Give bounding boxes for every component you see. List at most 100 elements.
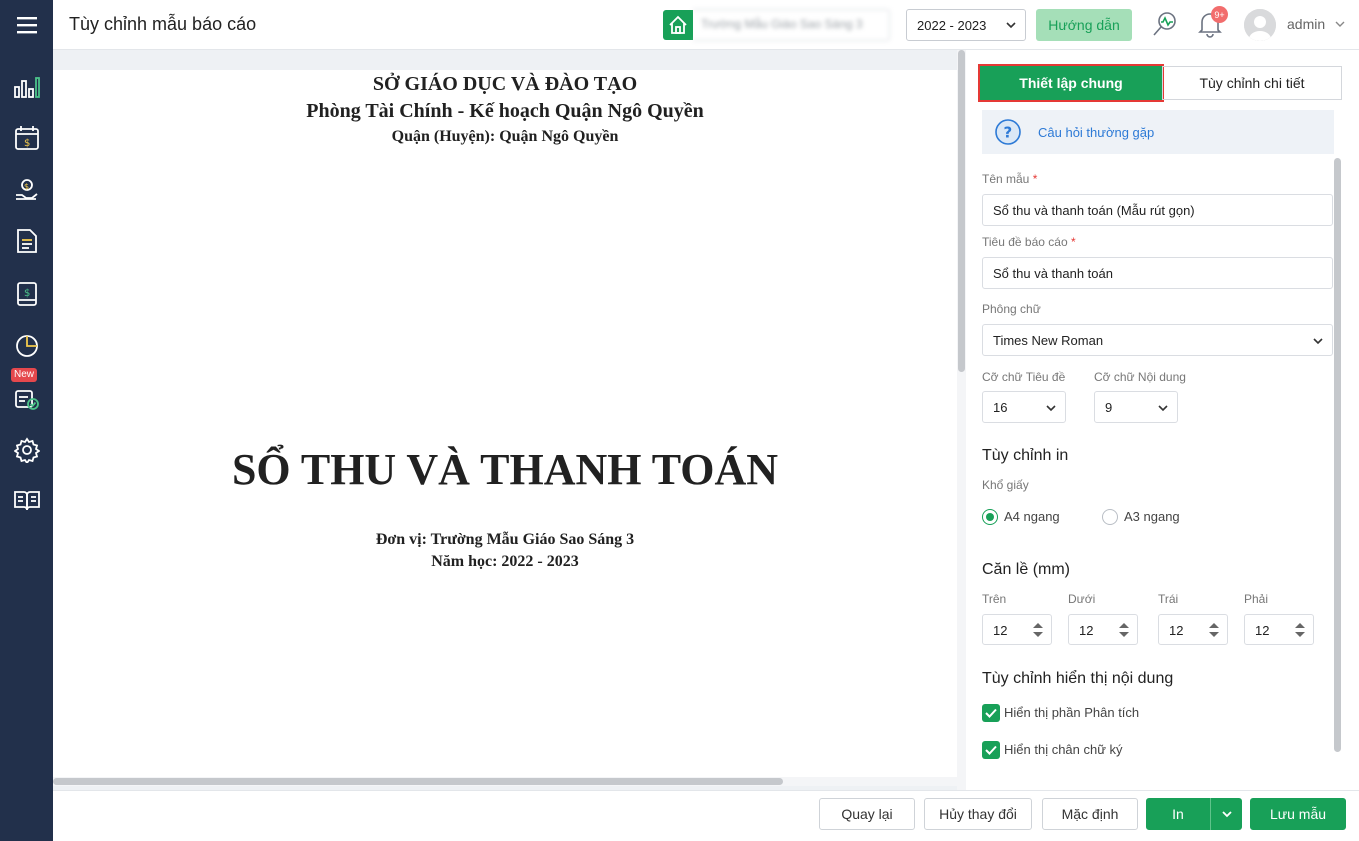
stepper-arrows-icon[interactable] (1208, 620, 1220, 640)
scrollbar-thumb[interactable] (53, 778, 783, 785)
show-signature-checkbox[interactable] (982, 741, 1000, 759)
svg-text:$: $ (24, 138, 30, 149)
guide-button[interactable]: Hướng dẫn (1036, 9, 1132, 41)
sidebar-item-report[interactable] (0, 326, 53, 366)
back-button[interactable]: Quay lại (819, 798, 915, 830)
margin-right-label: Phải (1244, 592, 1269, 606)
margin-left-stepper[interactable]: 12 (1158, 614, 1228, 645)
report-preview: SỞ GIÁO DỤC VÀ ĐÀO TẠO Phòng Tài Chính -… (53, 50, 966, 790)
preview-vertical-scrollbar[interactable] (957, 50, 966, 790)
show-analysis-checkbox[interactable] (982, 704, 1000, 722)
question-circle-icon: ? (995, 119, 1021, 145)
report-paper: SỞ GIÁO DỤC VÀ ĐÀO TẠO Phòng Tài Chính -… (53, 70, 957, 777)
new-badge: New (11, 368, 38, 382)
margin-top-stepper[interactable]: 12 (982, 614, 1052, 645)
faq-link[interactable]: ? Câu hỏi thường gặp (982, 110, 1334, 154)
chevron-down-icon[interactable] (1334, 18, 1346, 30)
content-size-label: Cỡ chữ Nội dung (1094, 370, 1186, 384)
stepper-arrows-icon[interactable] (1032, 620, 1044, 640)
template-name-input[interactable]: Sổ thu và thanh toán (Mẫu rút gọn) (982, 194, 1333, 226)
home-icon (669, 15, 687, 34)
user-name[interactable]: admin (1287, 16, 1325, 32)
chevron-down-icon (1158, 405, 1168, 412)
tab-detail-settings[interactable]: Tùy chỉnh chi tiết (1162, 66, 1342, 100)
font-select[interactable]: Times New Roman (982, 324, 1333, 356)
scrollbar-thumb[interactable] (958, 50, 965, 372)
title-size-label: Cỡ chữ Tiêu đề (982, 370, 1066, 384)
faq-label: Câu hỏi thường gặp (1038, 125, 1155, 140)
sidebar-item-document[interactable] (0, 221, 53, 261)
home-button[interactable] (663, 10, 693, 40)
margin-top-value: 12 (993, 623, 1008, 638)
print-section-title: Tùy chỉnh in (982, 447, 1069, 464)
finance-book-icon: $ (16, 282, 37, 306)
chevron-down-icon (1221, 811, 1232, 818)
chevron-down-icon (1313, 338, 1323, 345)
report-title: SỔ THU VÀ THANH TOÁN (231, 445, 779, 494)
stepper-arrows-icon[interactable] (1118, 620, 1130, 640)
template-name-label: Tên mẫu * (982, 172, 1038, 186)
required-mark: * (1032, 172, 1038, 186)
sidebar-item-collection[interactable]: $ (0, 170, 53, 210)
radio-a3-label: A3 ngang (1124, 509, 1180, 524)
paper-size-label: Khổ giấy (982, 478, 1029, 492)
sidebar-item-finance-book[interactable]: $ (0, 274, 53, 314)
sidebar-item-guide-book[interactable] (0, 480, 53, 520)
title-size-select[interactable]: 16 (982, 391, 1066, 423)
sidebar-item-new-feature[interactable]: New (0, 368, 53, 418)
margin-right-value: 12 (1255, 623, 1270, 638)
display-section-title: Tùy chỉnh hiển thị nội dung (982, 670, 1174, 687)
content-size-select[interactable]: 9 (1094, 391, 1178, 423)
radio-a4-label: A4 ngang (1004, 509, 1060, 524)
scrollbar-thumb[interactable] (1334, 158, 1341, 752)
margin-top-label: Trên (982, 592, 1007, 606)
page-title: Tùy chỉnh mẫu báo cáo (69, 14, 257, 34)
content-size-value: 9 (1105, 400, 1113, 415)
svg-text:?: ? (1004, 124, 1013, 142)
preview-horizontal-scrollbar[interactable] (53, 777, 957, 786)
stepper-arrows-icon[interactable] (1294, 620, 1306, 640)
margin-bottom-stepper[interactable]: 12 (1068, 614, 1138, 645)
checklist-icon (14, 390, 39, 410)
school-select[interactable]: Trường Mẫu Giáo Sao Sáng 3 (693, 9, 890, 41)
avatar[interactable] (1244, 9, 1276, 41)
settings-panel: Thiết lập chung Tùy chỉnh chi tiết ? Câu… (966, 50, 1359, 790)
title-size-value: 16 (993, 400, 1008, 415)
font-value: Times New Roman (993, 333, 1104, 348)
chevron-down-icon (1006, 22, 1016, 29)
discard-changes-button[interactable]: Hủy thay đổi (924, 798, 1032, 830)
print-button[interactable]: In (1146, 798, 1210, 830)
org-line-3: Quận (Huyện): Quận Ngô Quyền (391, 128, 619, 145)
panel-scrollbar[interactable] (1334, 158, 1342, 770)
tab-general-settings[interactable]: Thiết lập chung (978, 64, 1164, 102)
hamburger-icon (16, 17, 37, 34)
sidebar-item-dashboard[interactable] (0, 67, 53, 107)
unit-line: Đơn vị: Trường Mẫu Giáo Sao Sáng 3 (375, 531, 635, 548)
activity-search-icon[interactable] (1151, 10, 1179, 38)
org-line-1: SỞ GIÁO DỤC VÀ ĐÀO TẠO (372, 73, 638, 95)
radio-a4-landscape[interactable] (982, 509, 998, 525)
school-year-value: 2022 - 2023 (917, 18, 987, 33)
report-title-label: Tiêu đề báo cáo * (982, 235, 1076, 249)
font-label: Phông chữ (982, 302, 1041, 316)
notification-badge: 9+ (1211, 6, 1228, 23)
menu-toggle-button[interactable] (0, 0, 53, 50)
year-line: Năm học: 2022 - 2023 (431, 553, 579, 570)
sidebar-item-fee-calendar[interactable]: $ (0, 118, 53, 158)
sidebar-item-settings[interactable] (0, 430, 53, 470)
gear-icon (13, 437, 40, 463)
show-signature-label: Hiển thị chân chữ ký (1004, 742, 1123, 757)
org-line-2: Phòng Tài Chính - Kế hoạch Quận Ngô Quyề… (306, 100, 704, 122)
radio-a3-landscape[interactable] (1102, 509, 1118, 525)
default-button[interactable]: Mặc định (1042, 798, 1138, 830)
print-options-button[interactable] (1210, 798, 1242, 830)
bar-chart-icon (13, 77, 40, 98)
open-book-icon (13, 491, 40, 511)
margin-right-stepper[interactable]: 12 (1244, 614, 1314, 645)
report-title-input[interactable]: Sổ thu và thanh toán (982, 257, 1333, 289)
checkmark-icon (985, 708, 997, 718)
document-icon (16, 229, 37, 253)
top-header: Tùy chỉnh mẫu báo cáo Trường Mẫu Giáo Sa… (53, 0, 1359, 50)
save-template-button[interactable]: Lưu mẫu (1250, 798, 1346, 830)
school-year-select[interactable]: 2022 - 2023 (906, 9, 1026, 41)
